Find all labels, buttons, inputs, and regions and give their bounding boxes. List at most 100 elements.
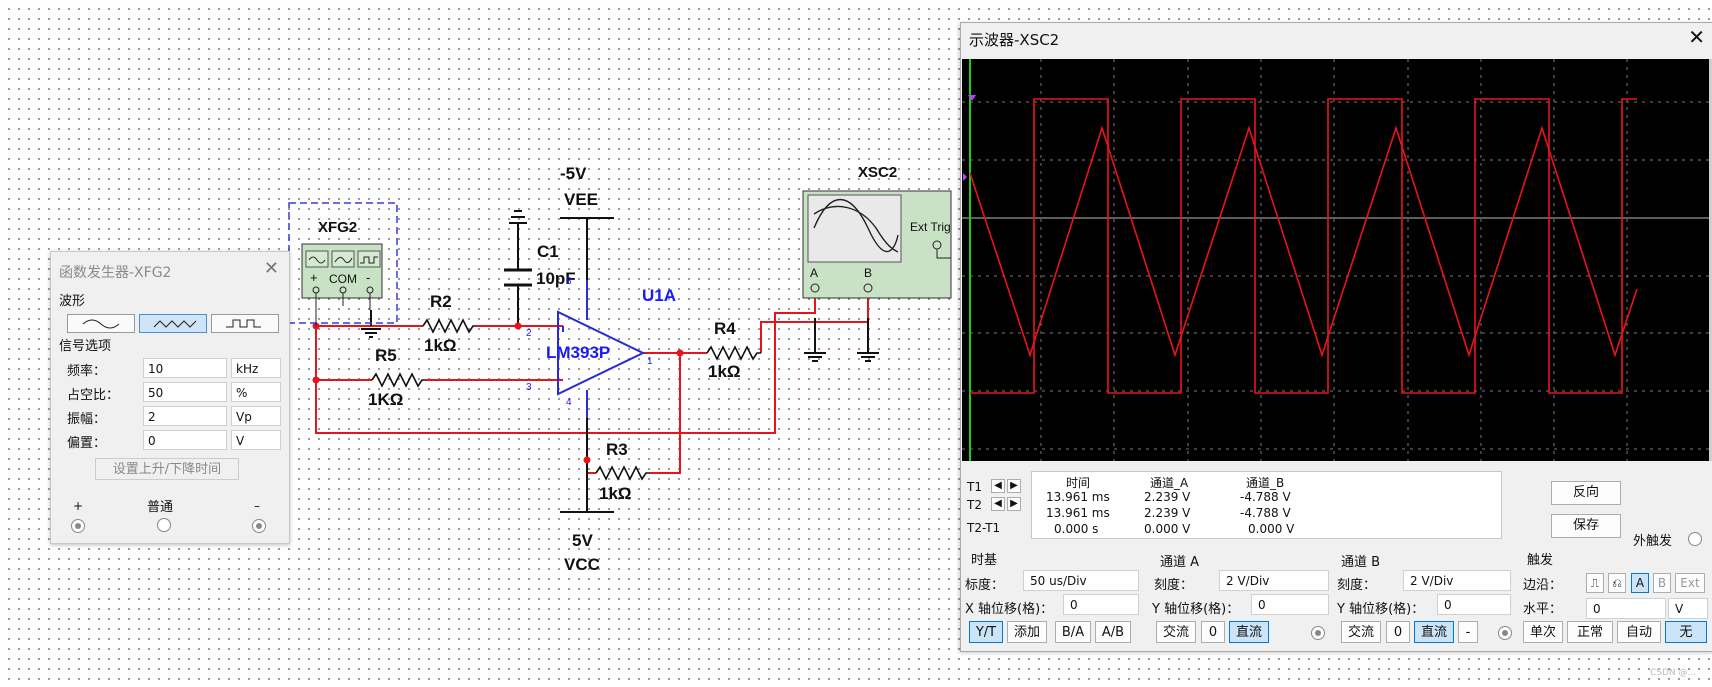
sine-wave-button[interactable] bbox=[67, 314, 135, 333]
channel-a-scale-label: 刻度： bbox=[1154, 578, 1194, 593]
u1a-label: U1A bbox=[642, 286, 677, 305]
channel-a-ac-button[interactable]: 交流 bbox=[1156, 621, 1196, 643]
channel-a-ypos-input[interactable]: 0 bbox=[1251, 594, 1329, 615]
r5-label: R5 bbox=[375, 346, 397, 365]
t1-channel-a: 2.239 V bbox=[1144, 490, 1191, 504]
resistor-r4 bbox=[706, 345, 761, 361]
amplitude-unit-select[interactable]: Vp bbox=[231, 406, 281, 426]
function-generator-window[interactable]: 函数发生器-XFG2 ✕ 波形 信号选项 频率： 10 kHz 占空比： 50 … bbox=[50, 251, 290, 544]
resistor-r5 bbox=[371, 372, 426, 388]
save-button[interactable]: 保存 bbox=[1551, 514, 1621, 538]
trigger-level-input[interactable]: 0 bbox=[1586, 598, 1666, 619]
channel-a-scale-input[interactable]: 2 V/Div bbox=[1219, 570, 1329, 591]
channel-b-minus-button[interactable]: - bbox=[1458, 621, 1478, 643]
yt-mode-button[interactable]: Y/T bbox=[969, 621, 1003, 643]
screen-grid bbox=[962, 59, 1711, 461]
sine-wave-icon bbox=[82, 319, 120, 329]
opamp-part-label: LM393P bbox=[546, 343, 611, 362]
close-icon[interactable]: ✕ bbox=[264, 258, 279, 279]
square-wave-button[interactable] bbox=[211, 314, 279, 333]
add-mode-button[interactable]: 添加 bbox=[1007, 621, 1047, 643]
frequency-unit-select[interactable]: kHz bbox=[231, 358, 281, 378]
col-channel-b-header: 通道_B bbox=[1246, 476, 1285, 490]
black-wires bbox=[361, 210, 879, 513]
oscilloscope-window[interactable]: 示波器-XSC2 ✕ T1 T2 T2-T1 ◀ ▶ ◀ ▶ 时间 通道_A 通… bbox=[960, 22, 1712, 652]
resistor-r2 bbox=[422, 318, 477, 334]
trigger-section-label: 触发 bbox=[1527, 553, 1554, 568]
channel-b-scale-input[interactable]: 2 V/Div bbox=[1403, 570, 1511, 591]
col-time-header: 时间 bbox=[1066, 476, 1091, 490]
channel-b-ypos-label: Y 轴位移(格)： bbox=[1337, 602, 1425, 617]
t1-right-arrow-icon[interactable]: ▶ bbox=[1007, 479, 1021, 493]
xsc2-instrument[interactable] bbox=[802, 190, 952, 299]
t2-label: T2 bbox=[967, 498, 982, 512]
t2-time: 13.961 ms bbox=[1046, 506, 1110, 520]
xfg2-plus-label: + bbox=[310, 270, 318, 285]
trigger-source-a-button[interactable]: A bbox=[1631, 573, 1649, 593]
channel-a-trace bbox=[969, 125, 1638, 358]
trigger-auto-button[interactable]: 自动 bbox=[1617, 621, 1661, 643]
r2-value: 1kΩ bbox=[424, 336, 457, 355]
rise-fall-time-button[interactable]: 设置上升/下降时间 bbox=[95, 458, 239, 480]
oscilloscope-screen[interactable] bbox=[962, 59, 1711, 461]
t1-left-arrow-icon[interactable]: ◀ bbox=[991, 479, 1005, 493]
ext-trigger-radio[interactable] bbox=[1688, 532, 1702, 546]
rising-edge-icon[interactable]: ⎍ bbox=[1586, 573, 1604, 593]
channel-traces bbox=[969, 98, 1638, 394]
channel-b-zero-button[interactable]: 0 bbox=[1386, 621, 1410, 643]
resistor-r3 bbox=[595, 465, 650, 481]
timebase-scale-label: 标度： bbox=[965, 578, 1005, 593]
pin-8-label: 8 bbox=[566, 276, 572, 287]
ba-mode-button[interactable]: B/A bbox=[1055, 621, 1091, 643]
channel-a-dc-button[interactable]: 直流 bbox=[1229, 621, 1269, 643]
channel-a-radio[interactable] bbox=[1311, 626, 1325, 640]
t2-left-arrow-icon[interactable]: ◀ bbox=[991, 497, 1005, 511]
trigger-level-unit[interactable]: V bbox=[1668, 598, 1708, 619]
offset-input[interactable]: 0 bbox=[143, 430, 227, 450]
r4-value: 1kΩ bbox=[708, 362, 741, 381]
signal-options-label: 信号选项 bbox=[59, 339, 112, 354]
ab-mode-button[interactable]: A/B bbox=[1095, 621, 1131, 643]
vee-value-label: -5V bbox=[560, 164, 587, 183]
channel-a-section-label: 通道 A bbox=[1160, 555, 1200, 570]
channel-b-dc-button[interactable]: 直流 bbox=[1414, 621, 1454, 643]
t1-label: T1 bbox=[967, 480, 982, 494]
capacitor-c1[interactable] bbox=[504, 268, 532, 287]
channel-a-ypos-label: Y 轴位移(格)： bbox=[1152, 602, 1240, 617]
trigger-normal-button[interactable]: 正常 bbox=[1567, 621, 1613, 643]
channel-b-ac-button[interactable]: 交流 bbox=[1341, 621, 1381, 643]
pin-4-label: 4 bbox=[566, 397, 572, 408]
channel-b-section-label: 通道 B bbox=[1341, 555, 1381, 570]
offset-unit-select[interactable]: V bbox=[231, 430, 281, 450]
channel-b-radio[interactable] bbox=[1498, 626, 1512, 640]
trigger-source-ext-button[interactable]: Ext bbox=[1675, 573, 1705, 593]
channel-a-zero-button[interactable]: 0 bbox=[1201, 621, 1225, 643]
reverse-button[interactable]: 反向 bbox=[1551, 481, 1621, 505]
x-position-input[interactable]: 0 bbox=[1063, 594, 1139, 615]
measurement-table: 时间 通道_A 通道_B 13.961 ms 2.239 V -4.788 V … bbox=[1031, 471, 1502, 539]
duty-cycle-unit[interactable]: % bbox=[231, 382, 281, 402]
trigger-none-button[interactable]: 无 bbox=[1665, 621, 1707, 643]
minus-terminal-label: – bbox=[254, 499, 260, 513]
triangle-wave-button[interactable] bbox=[139, 314, 207, 333]
channel-b-scale-label: 刻度： bbox=[1337, 578, 1377, 593]
minus-terminal-radio[interactable] bbox=[252, 519, 266, 533]
common-terminal-radio[interactable] bbox=[157, 518, 171, 532]
waveform-section-label: 波形 bbox=[59, 294, 86, 309]
c1-label: C1 bbox=[537, 242, 559, 261]
amplitude-input[interactable]: 2 bbox=[143, 406, 227, 426]
t2-right-arrow-icon[interactable]: ▶ bbox=[1007, 497, 1021, 511]
r2-label: R2 bbox=[430, 292, 452, 311]
plus-terminal-radio[interactable] bbox=[71, 519, 85, 533]
close-icon[interactable]: ✕ bbox=[1688, 25, 1705, 49]
xsc2-b-label: B bbox=[864, 266, 873, 280]
wires bbox=[315, 290, 869, 474]
t1-time: 13.961 ms bbox=[1046, 490, 1110, 504]
channel-b-ypos-input[interactable]: 0 bbox=[1437, 594, 1511, 615]
timebase-scale-input[interactable]: 50 us/Div bbox=[1023, 570, 1139, 591]
duty-cycle-input[interactable]: 50 bbox=[143, 382, 227, 402]
frequency-input[interactable]: 10 bbox=[143, 358, 227, 378]
falling-edge-icon[interactable]: ⎌ bbox=[1608, 573, 1626, 593]
trigger-single-button[interactable]: 单次 bbox=[1523, 621, 1563, 643]
trigger-source-b-button[interactable]: B bbox=[1653, 573, 1671, 593]
